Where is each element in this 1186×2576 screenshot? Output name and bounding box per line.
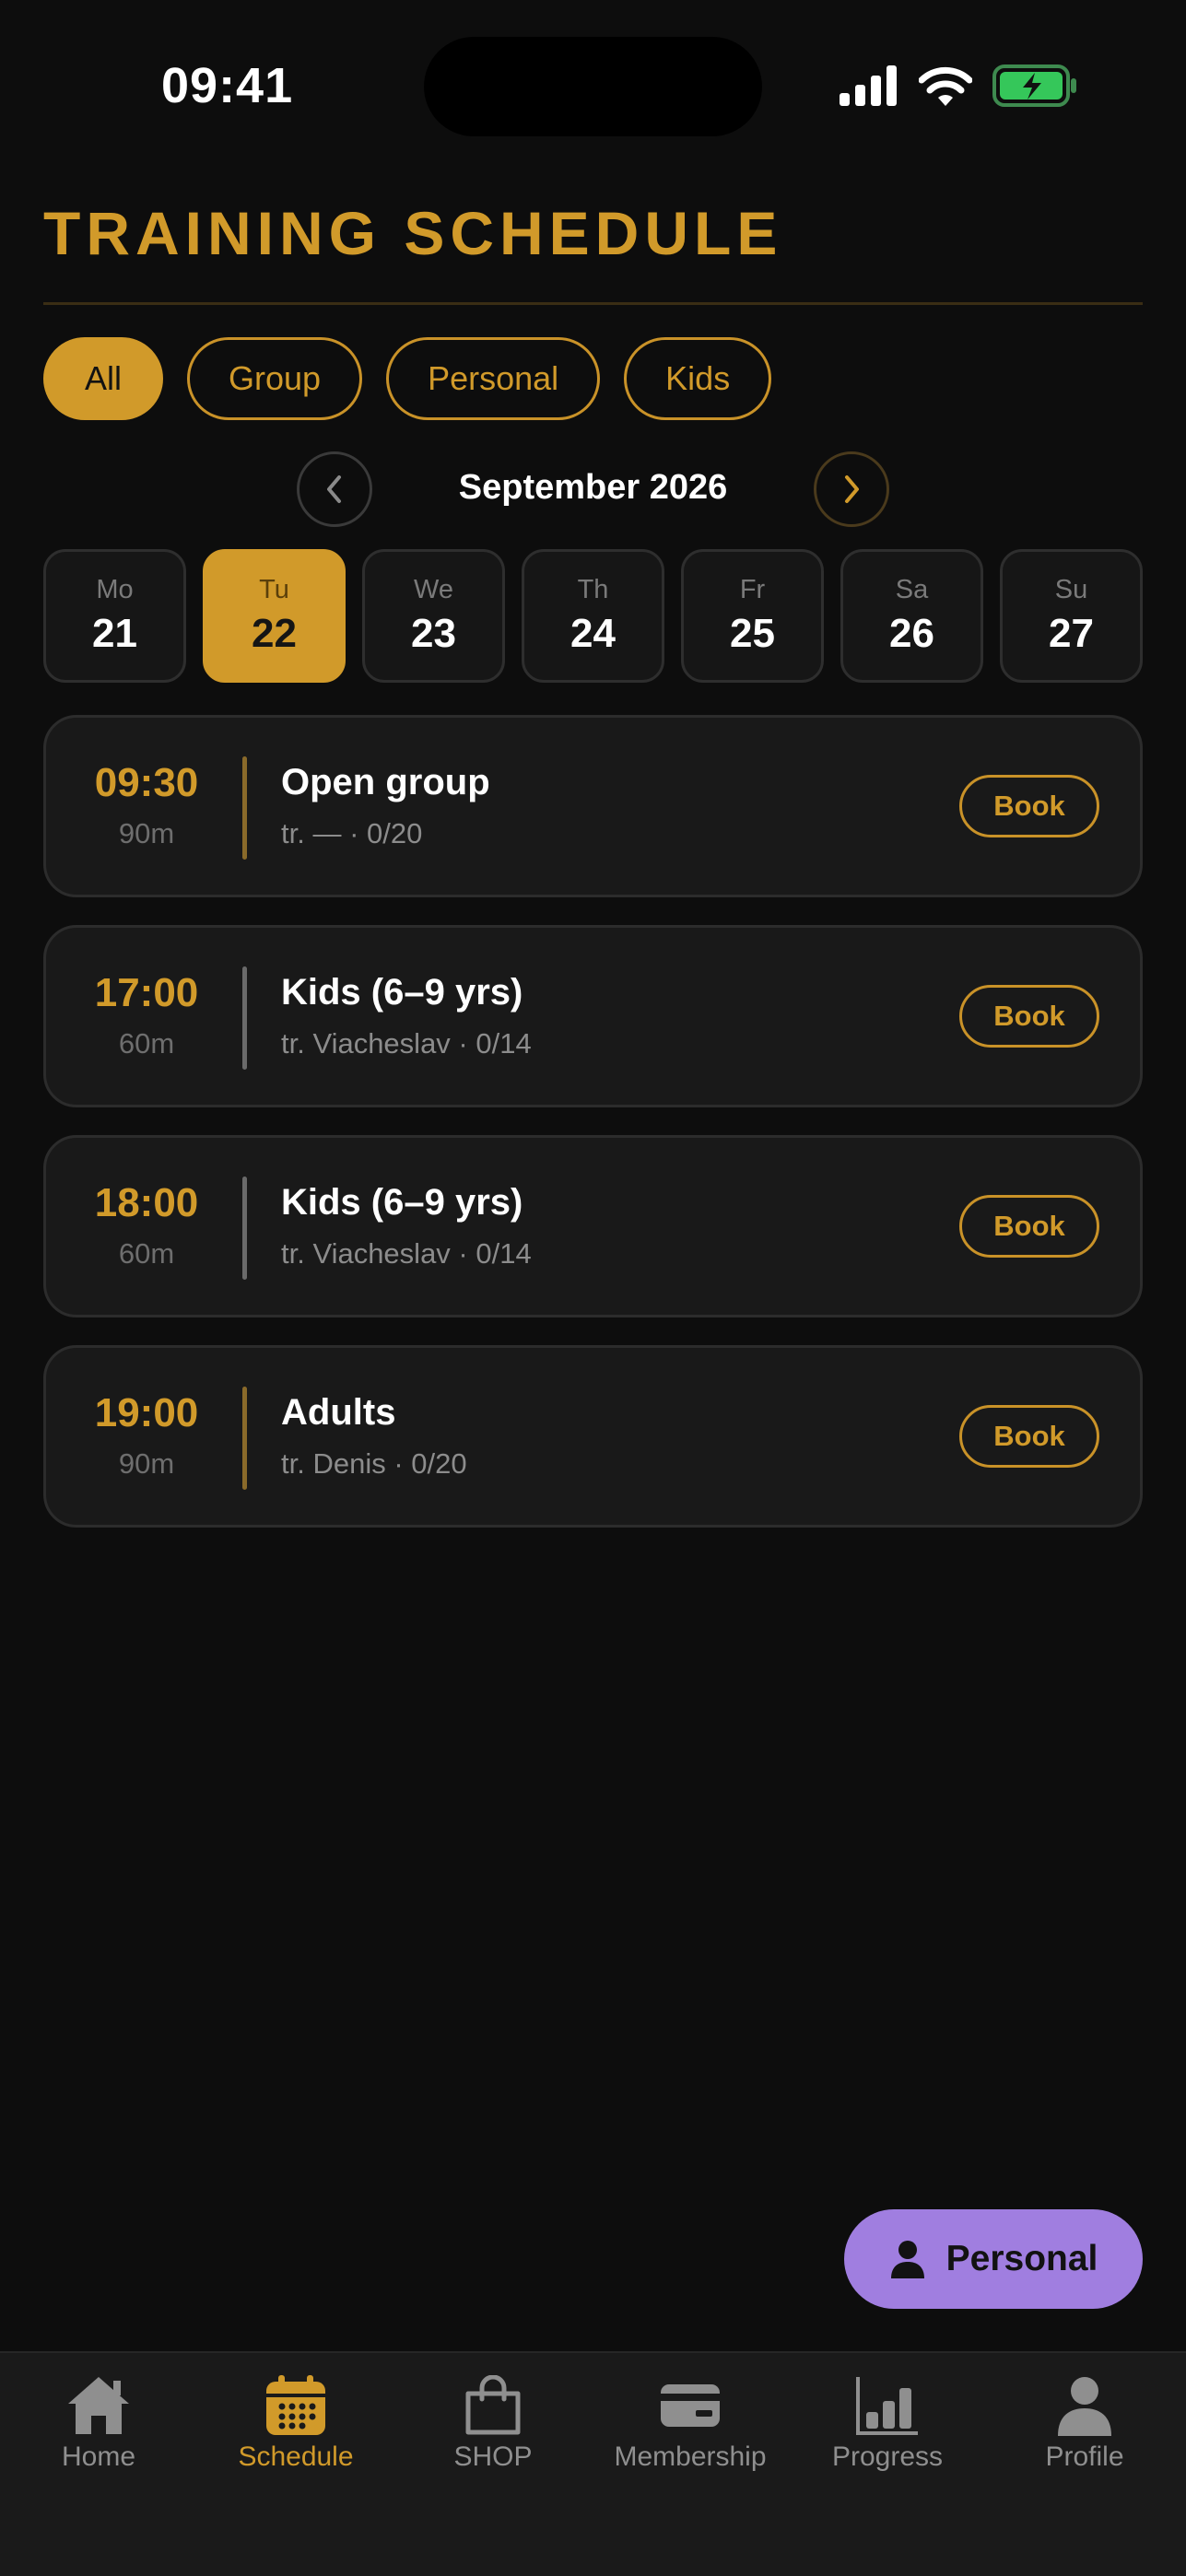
tab-label: Home	[61, 2441, 136, 2472]
tab-label: Membership	[614, 2441, 767, 2472]
month-nav: September 2026	[0, 451, 1186, 527]
session-title: Kids (6–9 yrs)	[281, 1182, 523, 1223]
session-time: 18:00	[94, 1180, 199, 1225]
session-card: 17:00 60m Kids (6–9 yrs) tr. Viacheslav …	[43, 925, 1143, 1107]
filter-kids[interactable]: Kids	[624, 337, 772, 420]
session-subtitle: tr. — · 0/20	[281, 817, 423, 849]
day-th[interactable]: Th 24	[522, 549, 664, 683]
book-button[interactable]: Book	[959, 1195, 1099, 1258]
book-button[interactable]: Book	[959, 985, 1099, 1048]
next-month-button[interactable]	[814, 451, 889, 527]
tab-profile[interactable]: Profile	[986, 2375, 1183, 2473]
session-card: 09:30 90m Open group tr. — · 0/20 Book	[43, 715, 1143, 897]
day-name: Su	[1054, 575, 1088, 604]
person-icon	[890, 2241, 924, 2278]
day-name: Th	[577, 575, 609, 604]
tab-schedule[interactable]: Schedule	[197, 2375, 394, 2473]
day-mo[interactable]: Mo 21	[43, 549, 186, 683]
session-divider	[242, 966, 247, 1070]
session-divider	[242, 756, 247, 860]
home-icon	[68, 2377, 129, 2434]
filter-chips: All Group Personal Kids	[43, 337, 772, 420]
day-name: Fr	[739, 575, 766, 604]
day-sa[interactable]: Sa 26	[840, 549, 983, 683]
session-duration: 90m	[118, 1447, 175, 1480]
day-name: We	[414, 575, 453, 604]
session-card: 19:00 90m Adults tr. Denis · 0/20 Book	[43, 1345, 1143, 1528]
day-number: 24	[570, 611, 616, 656]
session-subtitle: tr. Viacheslav · 0/14	[281, 1237, 532, 1270]
tab-label: Profile	[1045, 2441, 1124, 2472]
signal-icon	[840, 65, 897, 106]
tab-label: Schedule	[238, 2441, 354, 2472]
day-name: Tu	[259, 575, 289, 604]
session-divider	[242, 1387, 247, 1490]
tab-label: SHOP	[453, 2441, 533, 2472]
month-label: September 2026	[458, 468, 728, 507]
dynamic-island	[424, 37, 762, 136]
day-fr[interactable]: Fr 25	[681, 549, 824, 683]
personal-fab-button[interactable]: Personal	[844, 2209, 1143, 2309]
status-icons	[840, 64, 1077, 107]
session-title: Adults	[281, 1392, 396, 1433]
bar-chart-icon	[856, 2377, 918, 2435]
session-title: Kids (6–9 yrs)	[281, 972, 523, 1013]
session-title: Open group	[281, 762, 490, 802]
day-number: 21	[92, 611, 137, 656]
day-number: 27	[1049, 611, 1094, 656]
day-number: 23	[411, 611, 456, 656]
session-time: 17:00	[94, 970, 199, 1015]
session-list: 09:30 90m Open group tr. — · 0/20 Book 1…	[43, 715, 1143, 1555]
day-we[interactable]: We 23	[362, 549, 505, 683]
chevron-right-icon	[845, 475, 859, 503]
day-number: 22	[252, 611, 297, 656]
session-time: 19:00	[94, 1390, 199, 1435]
wifi-icon	[919, 66, 972, 106]
fab-label: Personal	[945, 2239, 1098, 2278]
filter-group[interactable]: Group	[187, 337, 363, 420]
person-icon	[1058, 2377, 1111, 2436]
session-subtitle: tr. Denis · 0/20	[281, 1447, 467, 1480]
tab-shop[interactable]: SHOP	[394, 2375, 592, 2473]
session-divider	[242, 1177, 247, 1280]
session-subtitle: tr. Viacheslav · 0/14	[281, 1027, 532, 1060]
card-icon	[661, 2384, 720, 2427]
day-name: Mo	[96, 575, 134, 604]
session-duration: 60m	[118, 1027, 175, 1060]
day-number: 26	[889, 611, 934, 656]
day-su[interactable]: Su 27	[1000, 549, 1143, 683]
book-button[interactable]: Book	[959, 1405, 1099, 1468]
book-button[interactable]: Book	[959, 775, 1099, 837]
page-title: TRAINING SCHEDULE	[43, 199, 783, 267]
filter-personal[interactable]: Personal	[386, 337, 601, 420]
shopping-bag-icon	[465, 2375, 521, 2435]
status-bar: 09:41	[0, 0, 1186, 175]
day-name: Sa	[895, 575, 929, 604]
day-tu[interactable]: Tu 22	[203, 549, 346, 683]
tab-progress[interactable]: Progress	[789, 2375, 986, 2473]
status-time: 09:41	[161, 58, 294, 113]
filter-all[interactable]: All	[43, 337, 164, 420]
day-selector: Mo 21 Tu 22 We 23 Th 24 Fr 25 Sa 26 Su 2…	[43, 549, 1143, 683]
session-card: 18:00 60m Kids (6–9 yrs) tr. Viacheslav …	[43, 1135, 1143, 1317]
session-time: 09:30	[94, 760, 199, 805]
tab-membership[interactable]: Membership	[592, 2375, 789, 2473]
battery-icon	[992, 64, 1076, 107]
session-duration: 60m	[118, 1237, 175, 1270]
session-duration: 90m	[118, 817, 175, 849]
title-divider	[43, 302, 1143, 305]
tab-label: Progress	[831, 2441, 944, 2472]
tab-home[interactable]: Home	[0, 2375, 197, 2473]
day-number: 25	[730, 611, 775, 656]
calendar-icon	[266, 2375, 325, 2435]
bottom-tab-bar: Home Schedule SHOP Membership Progress P…	[0, 2351, 1186, 2576]
